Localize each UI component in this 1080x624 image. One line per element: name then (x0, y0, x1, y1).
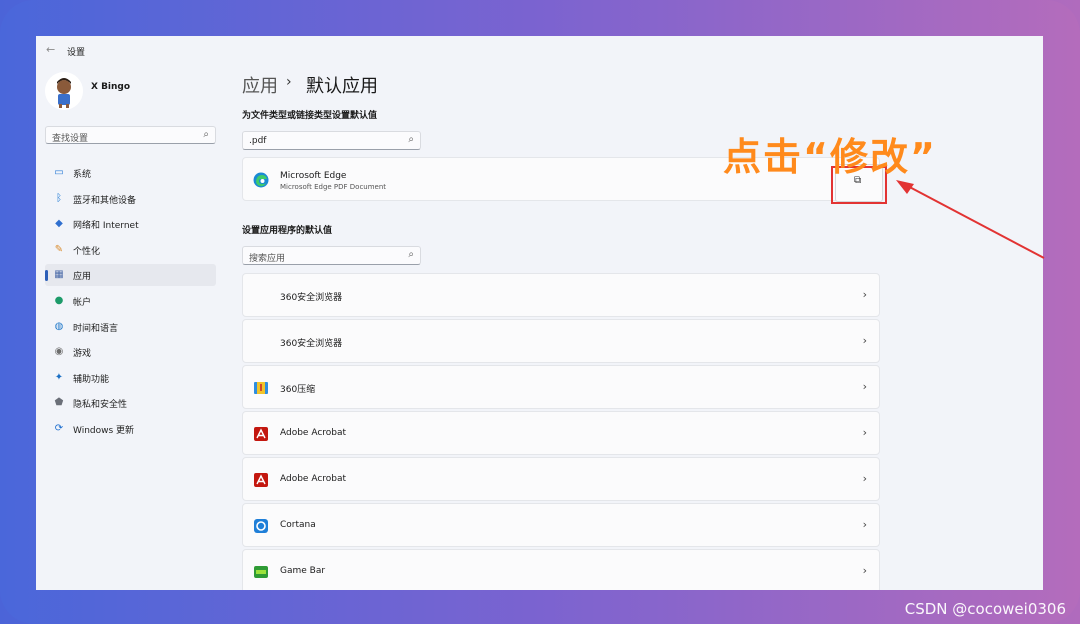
screenshot-frame: ← 设置 X Bingo 查找设置 ⌕ ▭ 系统 ᛒ 蓝牙和其他设备 ◆ 网络和 Inte… (0, 0, 1080, 624)
watermark: CSDN @cocowei0306 (904, 600, 1066, 618)
annotation-arrow (896, 180, 1045, 259)
